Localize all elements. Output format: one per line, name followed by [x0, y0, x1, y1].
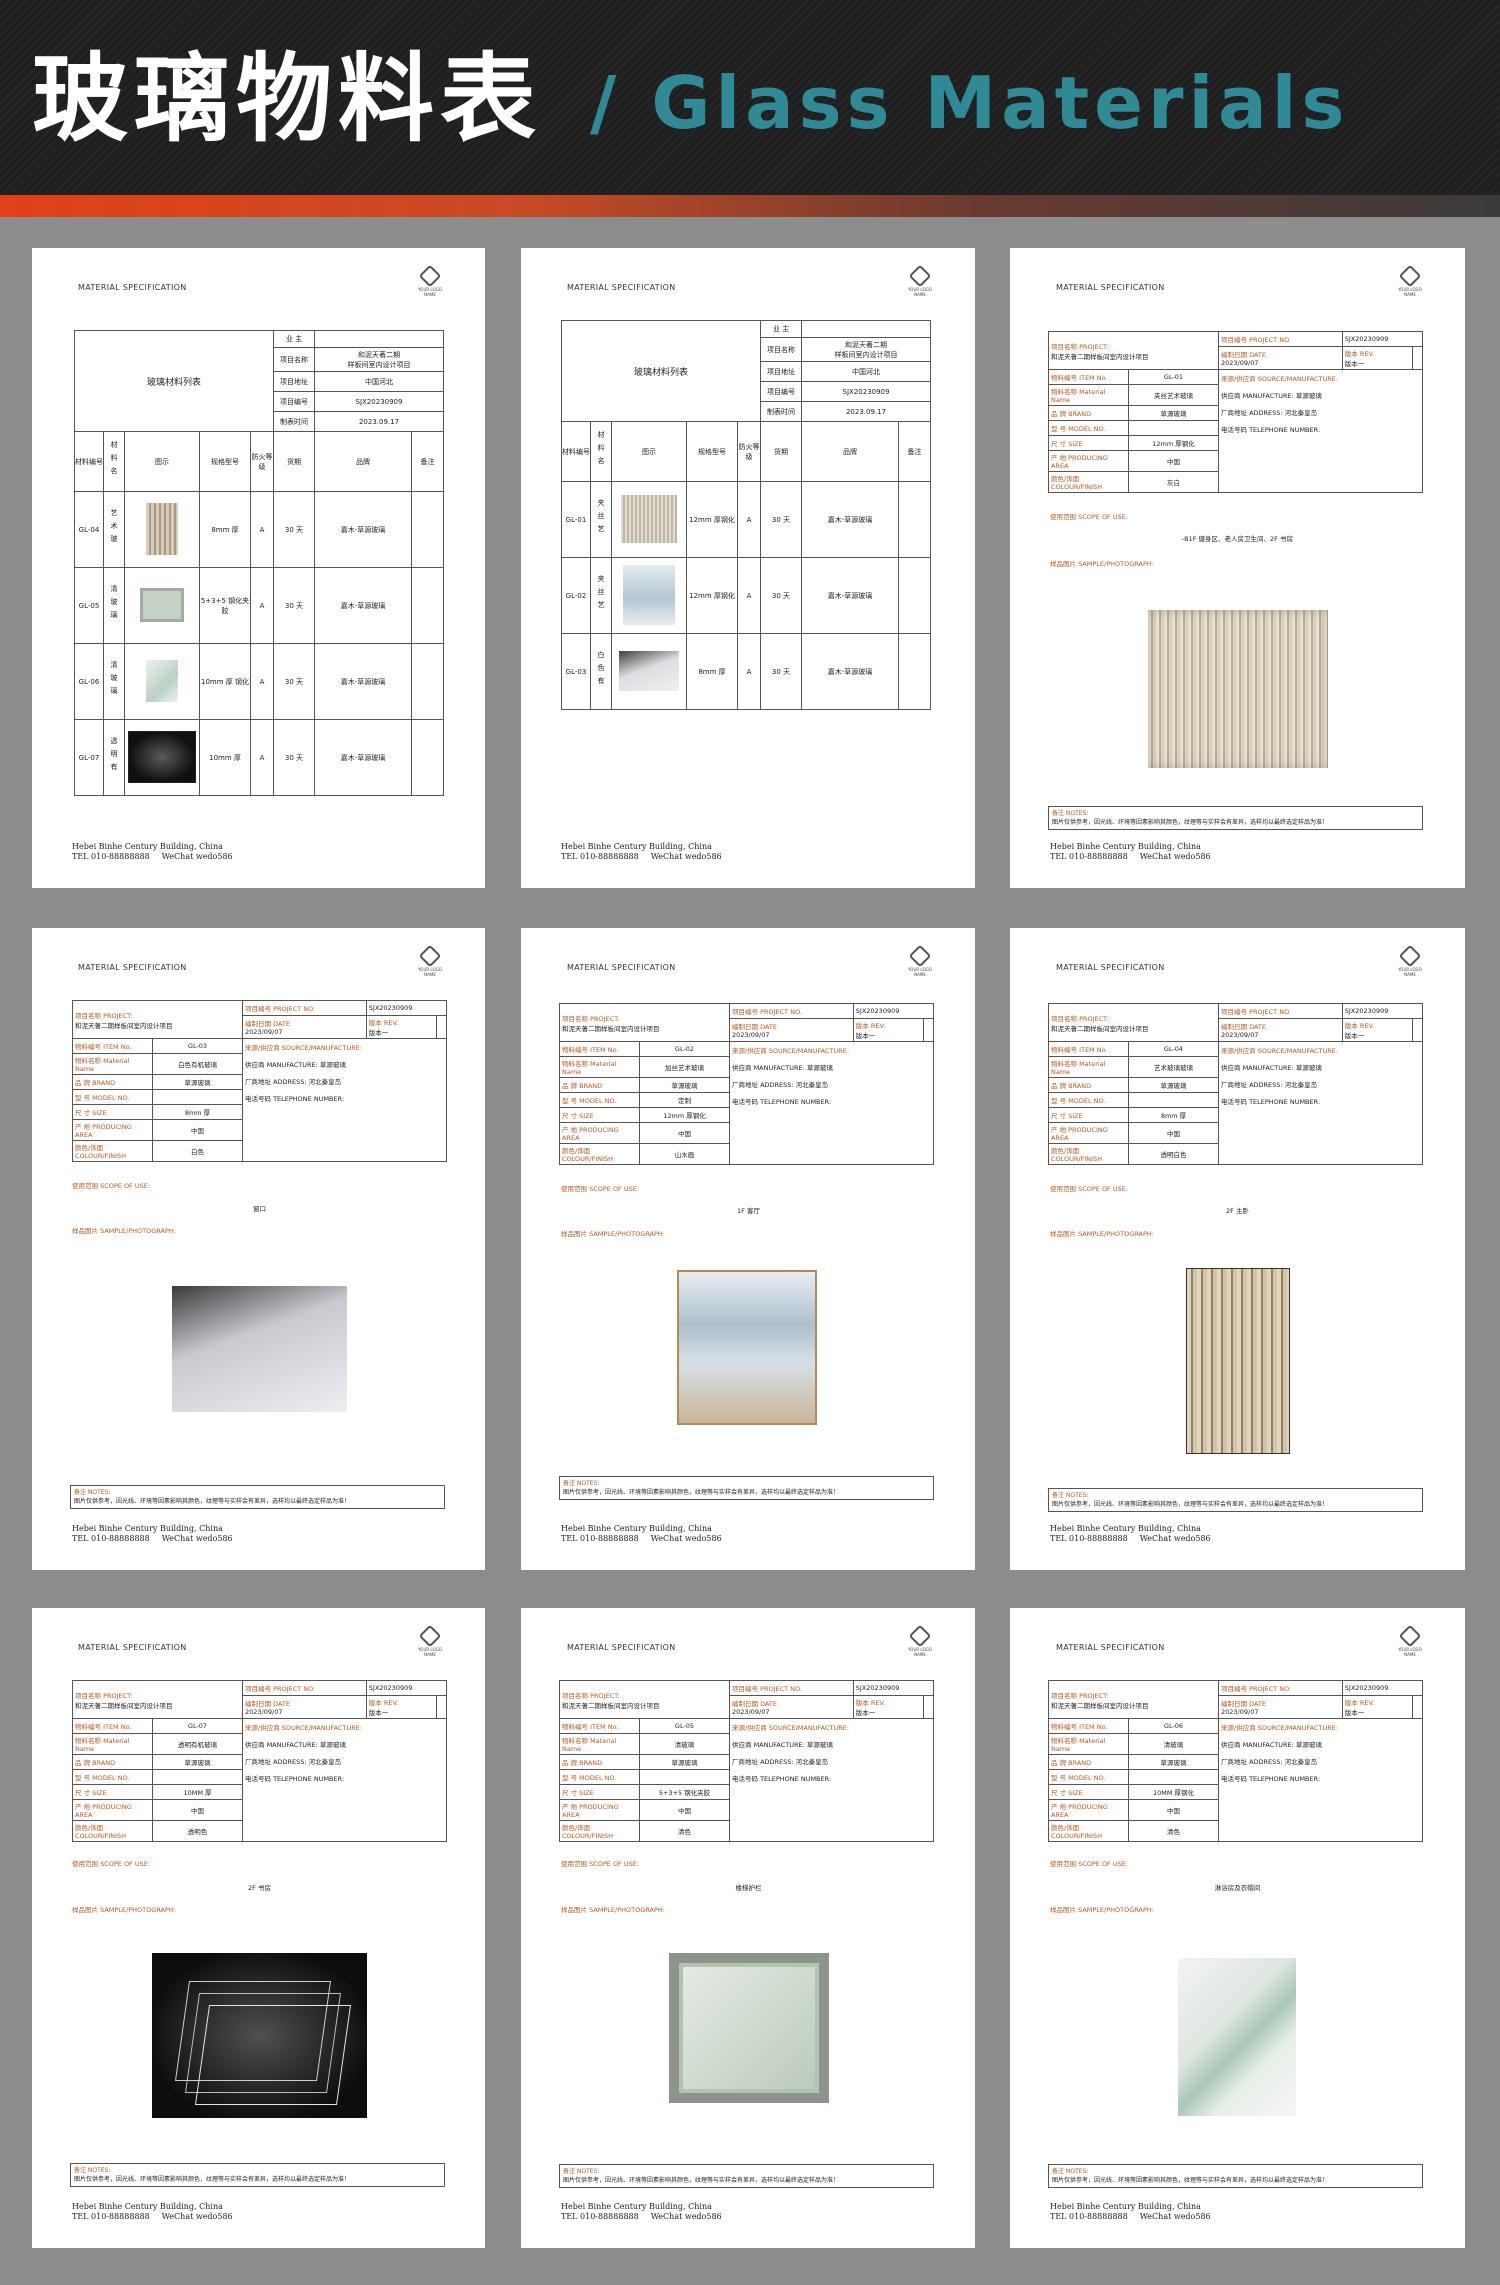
sheet-detail-gl-03: MATERIAL SPECIFICATION YOUR LOGO NAME 项目… — [32, 928, 485, 1570]
logo: YOUR LOGO NAME — [1395, 1624, 1425, 1657]
notes-box: 备注 NOTES: 图片仅供参考，因光线、环境等因素影响其颜色，纹理等与实样会有差… — [559, 1476, 934, 1500]
logo-icon — [418, 1624, 442, 1648]
sheet-detail-gl-07: MATERIAL SPECIFICATION YOUR LOGO NAME 项目… — [32, 1608, 485, 2248]
logo: YOUR LOGO NAME — [905, 264, 935, 297]
thumb-image — [621, 494, 677, 543]
thumb-image — [140, 587, 184, 622]
sheet-spec-title: MATERIAL SPECIFICATION — [1056, 283, 1165, 292]
sheet-spec-title: MATERIAL SPECIFICATION — [78, 963, 187, 972]
notes-box: 备注 NOTES: 图片仅供参考，因光线、环境等因素影响其颜色，纹理等与实样会有差… — [1048, 806, 1423, 830]
logo: YOUR LOGO NAME — [905, 944, 935, 977]
scope-text: 淋浴房及衣帽间 — [1214, 1884, 1261, 1892]
notes-box: 备注 NOTES: 图片仅供参考，因光线、环境等因素影响其颜色，纹理等与实样会有差… — [559, 2164, 934, 2188]
table-row: GL-03 白色有 8mm 厚 A 30 天嘉木-草源玻璃 — [561, 633, 931, 710]
sample-photo — [677, 1270, 817, 1425]
table-row: GL-06 清玻璃 10mm 厚 钢化 A 30 天嘉木-草源玻璃 — [74, 643, 444, 720]
sheet-detail-gl-04: MATERIAL SPECIFICATION YOUR LOGO NAME 项目… — [1010, 928, 1465, 1570]
sheet-footer: Hebei Binhe Century Building, China TEL 0… — [72, 842, 233, 861]
sheet-spec-title: MATERIAL SPECIFICATION — [567, 963, 676, 972]
logo: YOUR LOGO NAME — [905, 1624, 935, 1657]
thumb-image — [623, 564, 675, 625]
sheet-spec-title: MATERIAL SPECIFICATION — [567, 283, 676, 292]
sheet-footer: Hebei Binhe Century Building, China TEL 0… — [561, 842, 722, 861]
sheet-footer: Hebei Binhe Century Building, China TEL 0… — [72, 2202, 233, 2221]
logo-icon — [908, 264, 932, 288]
sheet-footer: Hebei Binhe Century Building, China TEL 0… — [1050, 2202, 1211, 2221]
sheet-detail-gl-02: MATERIAL SPECIFICATION YOUR LOGO NAME 项目… — [521, 928, 975, 1570]
sheet-detail-gl-06: MATERIAL SPECIFICATION YOUR LOGO NAME 项目… — [1010, 1608, 1465, 2248]
table-row: GL-02 夹丝艺 12mm 厚钢化 A 30 天嘉木-草源玻璃 — [561, 557, 931, 634]
page-title-en: / Glass Materials — [590, 61, 1350, 145]
sheet-spec-title: MATERIAL SPECIFICATION — [1056, 963, 1165, 972]
thumb-image — [146, 659, 178, 702]
sheet-footer: Hebei Binhe Century Building, China TEL 0… — [1050, 842, 1211, 861]
page-header: 玻璃物料表 / Glass Materials — [0, 0, 1500, 195]
detail-table: 项目名称 PROJECT: 和泥天著二期样板间室内设计项目 项目编号 PROJECT… — [1048, 1680, 1424, 1842]
logo: YOUR LOGO NAME — [1395, 944, 1425, 977]
logo-icon — [908, 1624, 932, 1648]
material-list-table: 玻璃材料列表业 主 项目名称 和泥天著二期 样板间室内设计项目 项目地址 中国河北 项… — [561, 320, 931, 710]
table-row: GL-01 夹丝艺 12mm 厚钢化 A 30 天嘉木-草源玻璃 — [561, 481, 931, 558]
logo: YOUR LOGO NAME — [415, 264, 445, 297]
logo-icon — [418, 944, 442, 968]
thumb-image — [146, 502, 178, 555]
logo-icon — [1398, 944, 1422, 968]
logo-icon — [1398, 264, 1422, 288]
logo-icon — [908, 944, 932, 968]
sheet-footer: Hebei Binhe Century Building, China TEL 0… — [561, 2202, 722, 2221]
detail-table: 项目名称 PROJECT: 和泥天著二期样板间室内设计项目 项目编号 PROJECT… — [72, 1680, 448, 1842]
scope-text: 楼梯护栏 — [735, 1884, 762, 1892]
sample-photo — [1186, 1268, 1290, 1454]
sample-photo — [1178, 1958, 1296, 2116]
sheet-footer: Hebei Binhe Century Building, China TEL 0… — [561, 1524, 722, 1543]
sheet-spec-title: MATERIAL SPECIFICATION — [78, 283, 187, 292]
scope-text: 1F 客厅 — [737, 1207, 760, 1215]
sheet-detail-gl-01: MATERIAL SPECIFICATION YOUR LOGO NAME 项目… — [1010, 248, 1465, 888]
logo: YOUR LOGO NAME — [415, 1624, 445, 1657]
sheet-spec-title: MATERIAL SPECIFICATION — [1056, 1643, 1165, 1652]
sheet-spec-title: MATERIAL SPECIFICATION — [78, 1643, 187, 1652]
sheet-list-2: MATERIAL SPECIFICATION YOUR LOGO NAME 玻璃… — [521, 248, 975, 888]
sample-photo — [172, 1286, 347, 1412]
notes-box: 备注 NOTES: 图片仅供参考，因光线、环境等因素影响其颜色，纹理等与实样会有差… — [70, 1485, 445, 1509]
notes-box: 备注 NOTES: 图片仅供参考，因光线、环境等因素影响其颜色，纹理等与实样会有差… — [70, 2163, 445, 2187]
sample-photo — [1148, 610, 1328, 768]
sheet-footer: Hebei Binhe Century Building, China TEL 0… — [72, 1524, 233, 1543]
page-title-cn: 玻璃物料表 — [32, 43, 542, 155]
sheet-detail-gl-05: MATERIAL SPECIFICATION YOUR LOGO NAME 项目… — [521, 1608, 975, 2248]
logo: YOUR LOGO NAME — [415, 944, 445, 977]
sheet-spec-title: MATERIAL SPECIFICATION — [567, 1643, 676, 1652]
detail-table: 项目名称 PROJECT: 和泥天著二期样板间室内设计项目 项目编号 PROJECT… — [72, 1000, 448, 1162]
logo-icon — [1398, 1624, 1422, 1648]
table-row: GL-05 清玻璃 5+3+5 钢化夹胶 A 30 天嘉木-草源玻璃 — [74, 567, 444, 644]
sheet-footer: Hebei Binhe Century Building, China TEL 0… — [1050, 1524, 1211, 1543]
sheet-list-1: MATERIAL SPECIFICATION YOUR LOGO NAME 玻璃… — [32, 248, 485, 888]
logo: YOUR LOGO NAME — [1395, 264, 1425, 297]
scope-text: 2F 主卧 — [1226, 1207, 1249, 1215]
logo-icon — [418, 264, 442, 288]
scope-text: -B1F 健身区、老人房卫生间、2F 书房 — [1182, 535, 1293, 543]
detail-table: 项目名称 PROJECT: 和泥天著二期样板间室内设计项目 项目编号 PROJECT… — [1048, 1003, 1424, 1165]
detail-table: 项目名称 PROJECT: 和泥天著二期样板间室内设计项目 项目编号 PROJECT… — [559, 1003, 935, 1165]
detail-table: 项目名称 PROJECT: 和泥天著二期样板间室内设计项目 项目编号 PROJECT… — [559, 1680, 935, 1842]
sample-photo — [152, 1953, 367, 2118]
scope-text: 窗口 — [253, 1205, 266, 1213]
sample-photo — [669, 1953, 829, 2103]
thumb-image — [128, 730, 196, 783]
material-list-table: 玻璃材料列表业 主 项目名称 和泥天著二期 样板间室内设计项目 项目地址 中国河北 项… — [74, 330, 444, 796]
thumb-image — [619, 650, 679, 691]
notes-box: 备注 NOTES: 图片仅供参考，因光线、环境等因素影响其颜色，纹理等与实样会有差… — [1048, 1488, 1423, 1512]
scope-text: 2F 书房 — [248, 1884, 271, 1892]
table-row: GL-04 艺术玻 8mm 厚 A 30 天嘉木-草源玻璃 — [74, 491, 444, 568]
accent-stripe — [0, 195, 1500, 217]
detail-table: 项目名称 PROJECT: 和泥天著二期样板间室内设计项目 项目编号 PROJECT… — [1048, 331, 1424, 493]
table-row: GL-07 透明有 10mm 厚 A 30 天嘉木-草源玻璃 — [74, 719, 444, 796]
notes-box: 备注 NOTES: 图片仅供参考，因光线、环境等因素影响其颜色，纹理等与实样会有差… — [1048, 2164, 1423, 2188]
